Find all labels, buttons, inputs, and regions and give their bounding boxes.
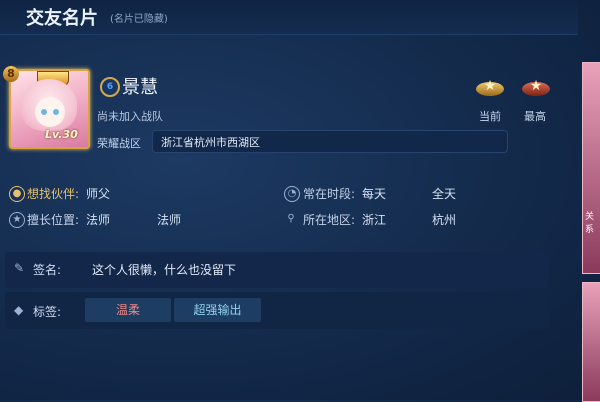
medal-label-current: 当前 (479, 110, 501, 123)
top-bar: 交友名片 (名片已隐藏) (0, 0, 578, 35)
team-status: 尚未加入战队 (97, 110, 163, 123)
side-card[interactable]: 关系 (582, 62, 600, 274)
pencil-icon: ✎ (14, 261, 25, 275)
tag-item[interactable]: 超强输出 (174, 298, 261, 322)
position-value-2: 法师 (157, 213, 182, 227)
current-rank-medal[interactable]: ★ (476, 78, 504, 102)
side-card[interactable] (582, 282, 600, 402)
player-name: 景慧 (122, 77, 158, 98)
position-label: 擅长位置: (27, 213, 80, 227)
location-label: 所在地区: (303, 213, 356, 227)
tag-item[interactable]: 温柔 (85, 298, 171, 322)
signature-label: 签名: (33, 263, 62, 277)
tags-label: 标签: (33, 305, 62, 319)
time-value-1: 每天 (362, 187, 387, 201)
avatar-face (35, 97, 65, 127)
side-card-strip: 关系 (582, 62, 600, 402)
location-value-2: 杭州 (432, 213, 457, 227)
location-pin-icon: ⚲ (287, 213, 295, 224)
avatar-eye-icon (53, 109, 59, 115)
tag-icon: ◆ (14, 303, 24, 317)
position-value-1: 法师 (86, 213, 111, 227)
vip-badge: 8 (3, 66, 19, 82)
highest-rank-medal[interactable]: ★ (522, 78, 550, 102)
side-card-text: 关系 (585, 212, 595, 235)
page-subtitle: (名片已隐藏) (110, 14, 168, 25)
rank-icon[interactable]: 6 (100, 77, 120, 97)
zone-value: 浙江省杭州市西湖区 (161, 136, 260, 149)
medal-label-highest: 最高 (524, 110, 546, 123)
time-label: 常在时段: (303, 187, 356, 201)
avatar-eye-icon (41, 109, 47, 115)
page-title: 交友名片 (26, 8, 98, 29)
signature-text: 这个人很懒，什么也没留下 (92, 263, 237, 277)
partner-label: 想找伙伴: (27, 187, 80, 201)
star-icon: ★ (9, 212, 25, 228)
tags-panel: ◆ 标签: 温柔 超强输出 (5, 292, 549, 329)
clock-icon: ◔ (284, 186, 300, 202)
signature-panel[interactable]: ✎ 签名: 这个人很懒，什么也没留下 (5, 252, 549, 288)
avatar[interactable]: Lv.30 (9, 69, 90, 149)
partner-value: 师父 (86, 187, 111, 201)
player-level: Lv.30 (45, 128, 78, 141)
location-value-1: 浙江 (362, 213, 387, 227)
zone-field[interactable]: 浙江省杭州市西湖区 (152, 130, 508, 153)
time-value-2: 全天 (432, 187, 457, 201)
zone-label: 荣耀战区 (97, 137, 141, 150)
partner-icon: ● (9, 186, 25, 202)
